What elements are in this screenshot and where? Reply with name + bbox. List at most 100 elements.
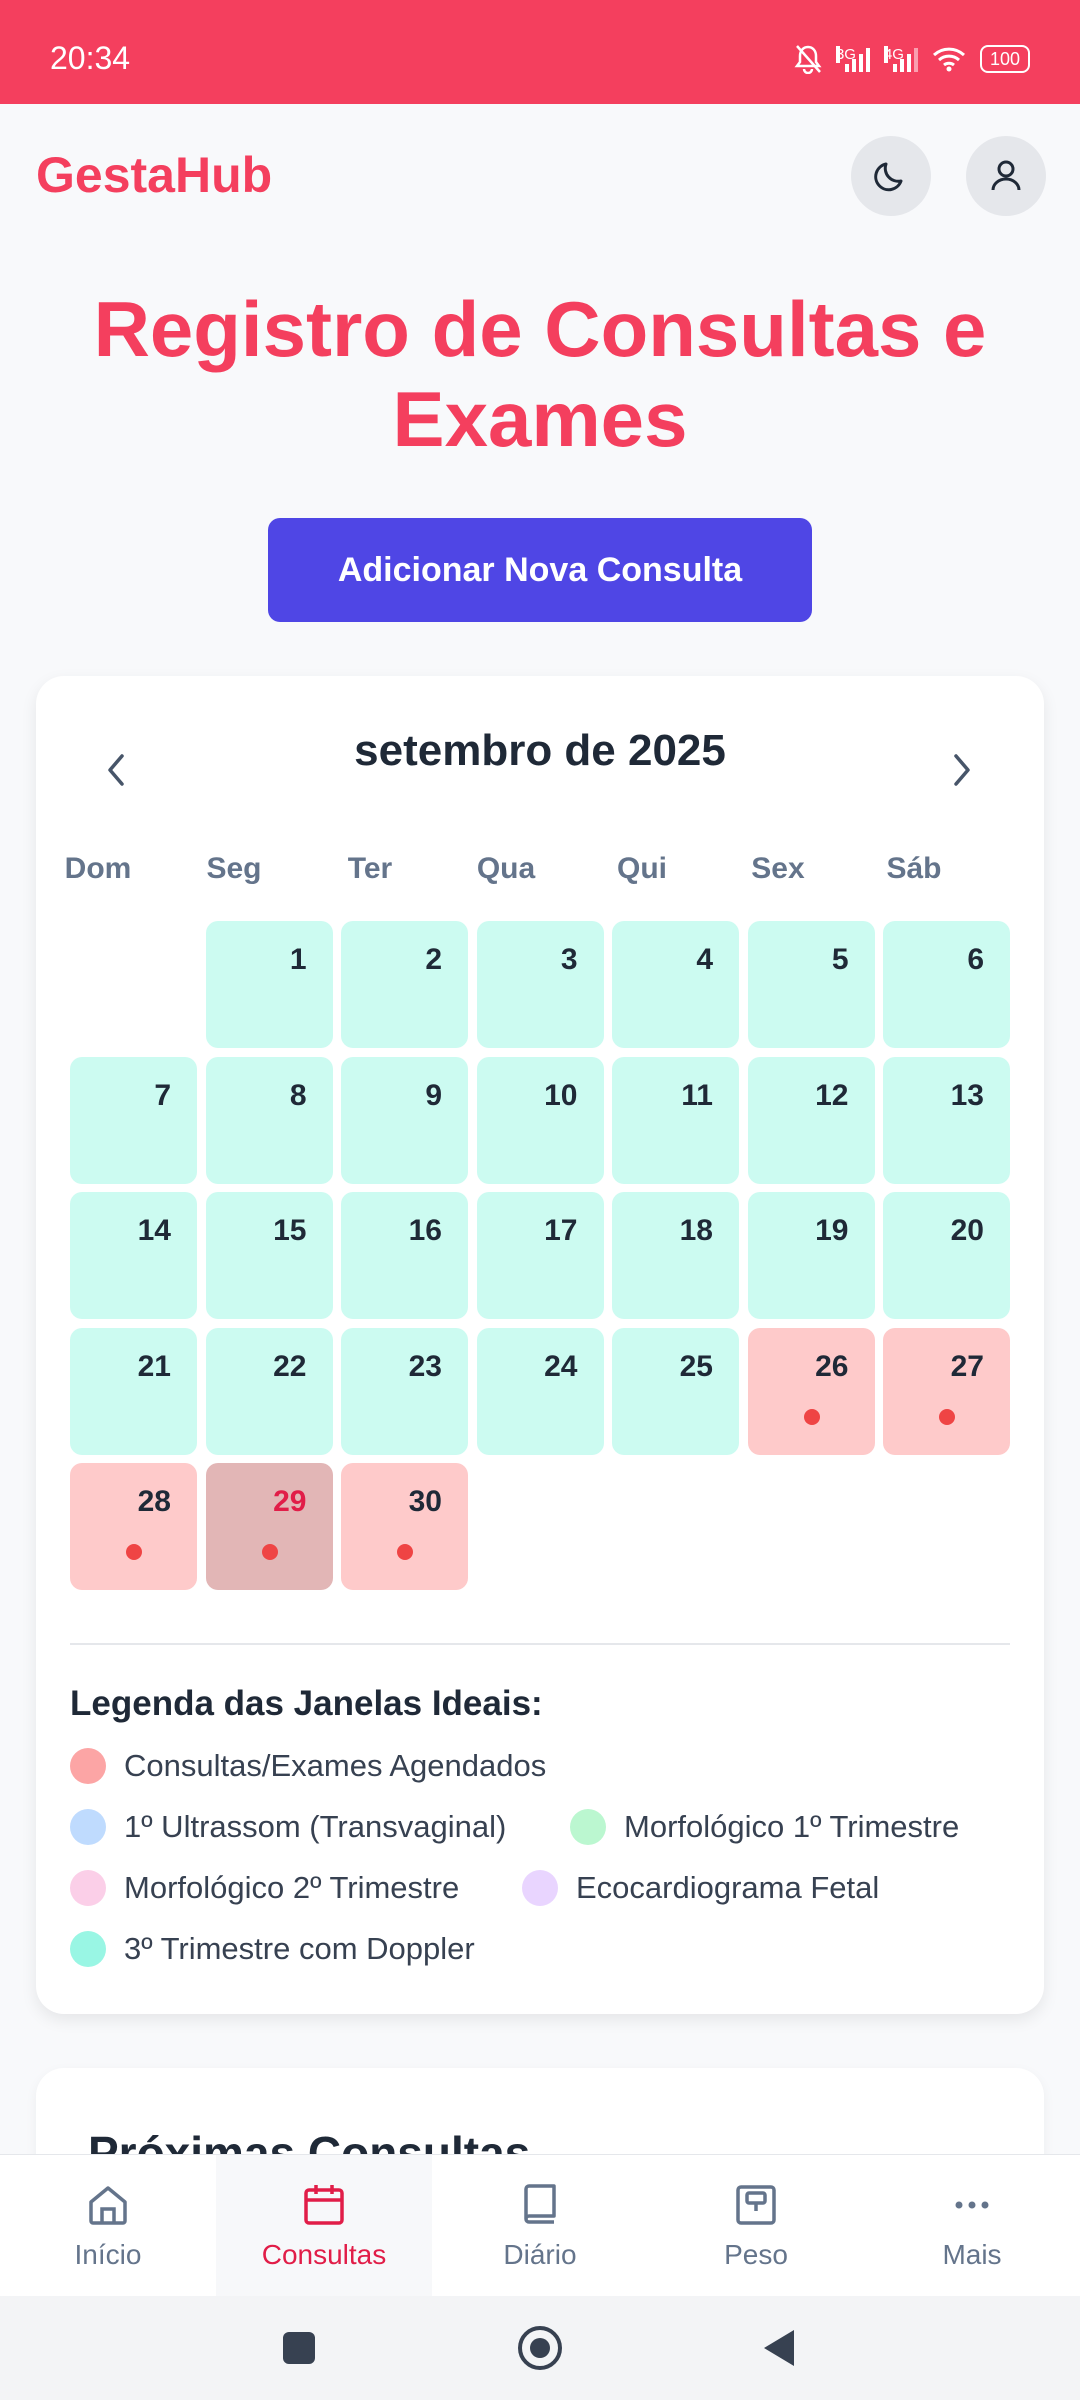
calendar-day[interactable]: 18 [612, 1192, 739, 1319]
scale-icon [736, 2184, 776, 2225]
legend-item: 1º Ultrassom (Transvaginal) [70, 1809, 506, 1845]
divider [70, 1643, 1010, 1645]
legend-swatch [70, 1748, 106, 1784]
calendar-day[interactable]: 5 [747, 921, 875, 1048]
day-number: 26 [815, 1349, 849, 1383]
appointment-dot [803, 1408, 820, 1425]
day-number: 7 [154, 1078, 171, 1112]
day-number: 2 [425, 943, 442, 976]
legend-item: Consultas/Exames Agendados [70, 1748, 546, 1784]
calendar-day[interactable]: 24 [476, 1327, 604, 1455]
legend-label: Morfológico 1º Trimestre [624, 1809, 960, 1844]
nav-item-mais[interactable]: Mais [864, 2155, 1080, 2296]
calendar-icon [304, 2184, 344, 2225]
day-number: 3 [560, 943, 578, 976]
legend-swatch [70, 1870, 106, 1906]
calendar-day[interactable]: 21 [70, 1327, 197, 1455]
chevron-right-icon [954, 754, 970, 786]
next-month-button[interactable] [942, 740, 982, 800]
day-number: 27 [950, 1349, 984, 1383]
calendar-day[interactable]: 29 [205, 1463, 333, 1590]
calendar-day[interactable]: 16 [341, 1192, 468, 1319]
calendar-day[interactable]: 11 [612, 1056, 739, 1184]
app-logo[interactable]: GestaHub [36, 146, 272, 204]
calendar-day[interactable]: 25 [612, 1327, 739, 1455]
legend-label: Ecocardiograma Fetal [576, 1870, 880, 1905]
status-bar: 20:34 3G 4G 100 [0, 0, 1080, 104]
day-number: 10 [544, 1078, 578, 1112]
month-title: setembro de 2025 [354, 726, 726, 775]
profile-button[interactable] [966, 136, 1046, 216]
legend-item: Morfológico 2º Trimestre [70, 1870, 459, 1906]
day-number: 15 [273, 1214, 307, 1247]
day-number: 16 [408, 1214, 442, 1247]
day-number: 20 [950, 1214, 984, 1247]
calendar-day[interactable]: 4 [612, 921, 739, 1048]
theme-toggle-button[interactable] [851, 136, 931, 216]
legend-item: 3º Trimestre com Doppler [70, 1931, 475, 1967]
calendar-day[interactable]: 3 [476, 921, 604, 1048]
calendar-day[interactable]: 26 [747, 1327, 875, 1455]
day-number: 28 [137, 1485, 171, 1518]
battery-icon: 100 [979, 45, 1030, 73]
weekday-label: Dom [64, 852, 132, 885]
add-appointment-button[interactable]: Adicionar Nova Consulta [268, 518, 812, 622]
calendar-day[interactable]: 6 [883, 921, 1010, 1048]
day-number: 24 [544, 1349, 578, 1383]
home-button[interactable] [518, 2326, 562, 2370]
chevron-left-icon [108, 754, 124, 786]
legend-item: Ecocardiograma Fetal [522, 1870, 879, 1906]
calendar-day[interactable]: 9 [341, 1056, 468, 1184]
nav-item-consultas[interactable]: Consultas [216, 2155, 432, 2296]
calendar-day[interactable]: 19 [747, 1192, 875, 1319]
calendar-day[interactable]: 7 [70, 1056, 197, 1184]
nav-item-inicio[interactable]: Início [0, 2155, 216, 2296]
calendar-day[interactable]: 22 [205, 1327, 333, 1455]
calendar-day[interactable]: 28 [70, 1463, 197, 1590]
recents-button[interactable] [283, 2332, 315, 2364]
legend-swatch [522, 1870, 558, 1906]
legend-title: Legenda das Janelas Ideais: [70, 1684, 543, 1723]
nav-item-peso[interactable]: Peso [648, 2155, 864, 2296]
day-number: 1 [289, 943, 307, 976]
calendar-day[interactable]: 17 [476, 1192, 604, 1319]
day-number: 11 [681, 1078, 713, 1112]
calendar-day[interactable]: 8 [205, 1056, 333, 1184]
back-button[interactable] [764, 2330, 794, 2366]
day-number: 18 [679, 1214, 713, 1247]
prev-month-button[interactable] [96, 740, 136, 800]
nav-label: Mais [942, 2238, 1002, 2270]
day-number: 13 [950, 1078, 984, 1112]
day-number: 23 [408, 1349, 442, 1383]
app-header: GestaHub [0, 104, 1080, 254]
calendar-day[interactable]: 30 [341, 1463, 468, 1590]
day-number: 29 [273, 1485, 307, 1518]
calendar-day[interactable]: 14 [70, 1192, 197, 1319]
wifi-icon [932, 47, 965, 72]
day-number: 22 [273, 1349, 307, 1383]
appointment-dot [939, 1408, 955, 1425]
legend-swatch [570, 1809, 606, 1845]
legend-label: 1º Ultrassom (Transvaginal) [124, 1809, 507, 1844]
weekday-header: Dom Seg Ter Qua Qui Sex Sáb [34, 852, 1046, 886]
calendar-day[interactable]: 20 [883, 1192, 1010, 1319]
legend-item: Morfológico 1º Trimestre [570, 1809, 959, 1845]
weekday-label: Sáb [886, 852, 942, 885]
more-icon [955, 2201, 989, 2208]
status-icons: 3G 4G 100 [794, 44, 1030, 74]
calendar-day[interactable]: 10 [476, 1056, 604, 1184]
day-number: 30 [408, 1485, 442, 1518]
nav-item-diario[interactable]: Diário [432, 2155, 648, 2296]
calendar-day[interactable]: 13 [883, 1056, 1010, 1184]
book-icon [524, 2183, 556, 2224]
calendar-empty-cell [70, 921, 197, 1048]
day-number: 8 [289, 1078, 307, 1112]
calendar-day[interactable]: 15 [205, 1192, 333, 1319]
page-title: Registro de Consultas e Exames [93, 285, 987, 463]
calendar-day[interactable]: 12 [747, 1056, 875, 1184]
calendar-day[interactable]: 27 [883, 1327, 1010, 1455]
calendar-day[interactable]: 23 [341, 1327, 468, 1455]
calendar-day[interactable]: 2 [341, 921, 468, 1048]
day-number: 4 [696, 943, 713, 976]
calendar-day[interactable]: 1 [205, 921, 333, 1048]
